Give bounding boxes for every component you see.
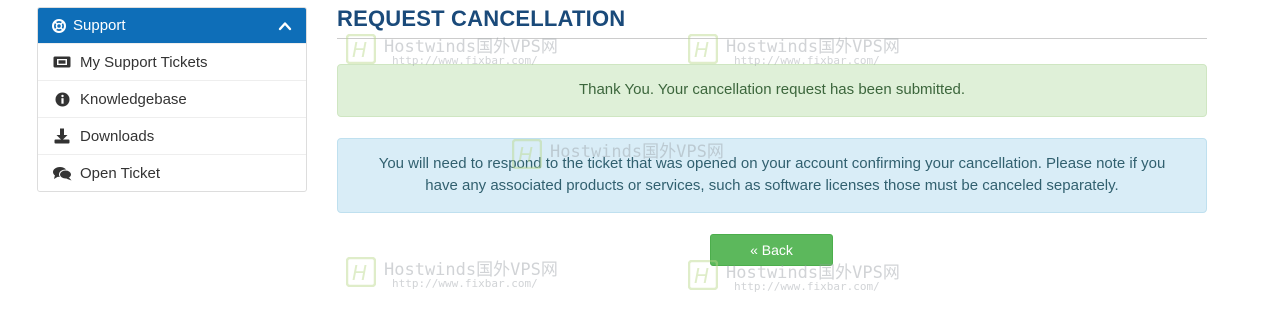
info-message: You will need to respond to the ticket t… <box>378 155 1166 194</box>
sidebar-item-label: Knowledgebase <box>80 90 187 108</box>
success-alert: Thank You. Your cancellation request has… <box>337 64 1207 117</box>
support-sidebar: Support My Support Tickets Knowledgebase… <box>37 7 307 192</box>
watermark-title: Hostwinds国外VPS网 <box>384 260 558 280</box>
sidebar-item-open-ticket[interactable]: Open Ticket <box>38 154 306 191</box>
sidebar-header-label: Support <box>73 17 126 34</box>
page-title: REQUEST CANCELLATION <box>337 0 1207 39</box>
svg-text:H: H <box>694 264 709 288</box>
watermark-url: http://www.fixbar.com/ <box>734 280 880 293</box>
watermark-logo: H <box>346 257 376 287</box>
sidebar-item-label: My Support Tickets <box>80 53 208 71</box>
sidebar-item-label: Open Ticket <box>80 164 161 182</box>
main-content: REQUEST CANCELLATION Thank You. Your can… <box>337 0 1207 266</box>
svg-text:H: H <box>694 38 709 62</box>
page: Support My Support Tickets Knowledgebase… <box>0 0 1267 328</box>
chevron-up-icon[interactable] <box>278 19 292 33</box>
back-button[interactable]: « Back <box>710 234 833 266</box>
sidebar-item-my-support-tickets[interactable]: My Support Tickets <box>38 43 306 80</box>
ticket-icon <box>52 54 72 70</box>
sidebar-header-support[interactable]: Support <box>38 8 306 43</box>
sidebar-item-knowledgebase[interactable]: Knowledgebase <box>38 80 306 117</box>
watermark-url: http://www.fixbar.com/ <box>392 277 538 290</box>
info-circle-icon <box>52 91 72 107</box>
info-alert: You will need to respond to the ticket t… <box>337 138 1207 213</box>
svg-text:H: H <box>352 261 367 285</box>
comments-icon <box>52 165 72 181</box>
life-ring-icon <box>52 18 66 33</box>
success-message: Thank You. Your cancellation request has… <box>578 81 966 98</box>
sidebar-item-label: Downloads <box>80 127 155 145</box>
svg-text:H: H <box>352 38 367 62</box>
download-icon <box>52 128 72 144</box>
sidebar-item-downloads[interactable]: Downloads <box>38 117 306 154</box>
watermark: H Hostwinds国外VPS网 http://www.fixbar.com/ <box>346 255 576 295</box>
